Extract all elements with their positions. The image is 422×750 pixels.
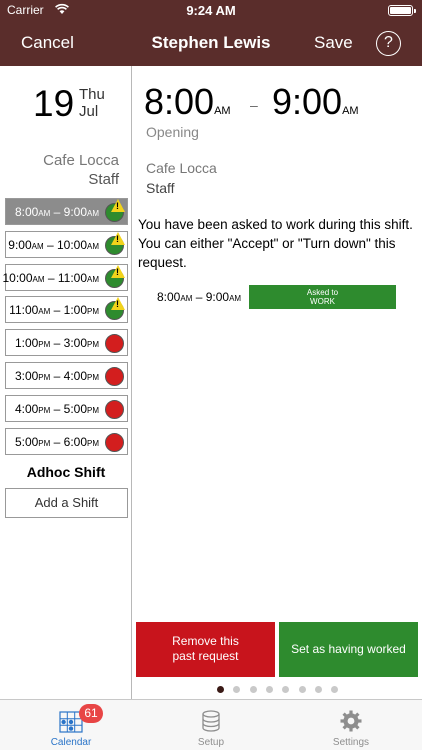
warning-icon: ! (111, 297, 125, 311)
shift-row[interactable]: 3:00PM – 4:00PM (5, 362, 128, 389)
page-dot[interactable] (233, 686, 241, 693)
tab-bar: 61 Calendar Setup Settings (0, 699, 422, 750)
detail-start-time: 8:00AM (144, 81, 231, 122)
add-shift-button[interactable]: Add a Shift (5, 488, 128, 518)
status-declined-icon (105, 399, 124, 419)
warning-icon: ! (111, 264, 125, 278)
adhoc-shift-title: Adhoc Shift (26, 464, 106, 480)
shift-row[interactable]: 4:00PM – 5:00PM (5, 394, 128, 422)
detail-location: Cafe Locca (146, 160, 217, 176)
tab-calendar[interactable]: 61 Calendar (1, 700, 141, 750)
date-weekday: Thu (79, 86, 105, 103)
warning-icon: ! (111, 199, 125, 212)
detail-time-dash: – (250, 97, 258, 113)
page-dot[interactable] (217, 686, 224, 693)
tab-calendar-label: Calendar (50, 737, 92, 748)
status-declined-icon (105, 432, 124, 452)
shift-row[interactable]: 5:00PM – 6:00PM (5, 427, 128, 455)
page-dot[interactable] (331, 686, 339, 693)
database-icon (202, 710, 220, 732)
battery-icon (388, 5, 416, 16)
page-dot[interactable] (314, 686, 322, 693)
date-day: 19 (33, 83, 75, 124)
page-dot[interactable] (282, 686, 290, 693)
shift-row[interactable]: 9:00AM – 10:00AM! (5, 230, 128, 258)
shift-row[interactable]: 10:00AM – 11:00AM! (2, 263, 128, 291)
shift-row[interactable]: 11:00AM – 1:00PM! (5, 296, 128, 324)
shift-time: 10:00AM – 11:00AM (2, 270, 99, 285)
cancel-button[interactable]: Cancel (21, 33, 74, 53)
tab-setup[interactable]: Setup (141, 700, 281, 750)
status-accepted-icon: ! (105, 199, 125, 222)
page-dot[interactable] (249, 686, 257, 693)
shift-time: 9:00AM – 10:00AM (8, 237, 99, 252)
page-dot[interactable] (265, 686, 273, 693)
app: Carrier 9:24 AM Cancel Stephen Lewis Sav… (0, 0, 422, 750)
detail-role: Staff (146, 180, 175, 196)
remove-request-button[interactable]: Remove this past request (136, 622, 275, 677)
status-declined-icon (105, 334, 124, 354)
tab-settings[interactable]: Settings (281, 700, 421, 750)
request-status-badge: Asked to WORK (249, 285, 396, 309)
status-accepted-icon: ! (105, 231, 125, 255)
shift-time: 8:00AM – 9:00AM (14, 205, 99, 219)
location-name: Cafe Locca (43, 152, 119, 169)
shift-time: 11:00AM – 1:00PM (9, 303, 99, 318)
shift-type: Opening (146, 124, 199, 140)
detail-end-time: 9:00AM (272, 81, 359, 122)
warning-icon: ! (111, 231, 125, 245)
save-button[interactable]: Save (314, 33, 353, 53)
status-accepted-icon: ! (105, 297, 125, 321)
shift-time: 3:00PM – 4:00PM (14, 369, 99, 383)
shift-list-panel: 19 Thu Jul Cafe Locca Staff 8:00AM – 9:0… (0, 66, 132, 699)
request-message: You have been asked to work during this … (138, 217, 413, 270)
request-time: 8:00AM – 9:00AM (157, 290, 242, 304)
shift-detail-panel: 8:00AM – 9:00AM Opening Cafe Locca Staff… (133, 66, 422, 699)
shift-time: 4:00PM – 5:00PM (14, 401, 99, 416)
tab-settings-label: Settings (332, 737, 370, 748)
status-accepted-icon: ! (105, 264, 125, 288)
page-dot[interactable] (298, 686, 306, 693)
status-time: 9:24 AM (186, 3, 236, 18)
calendar-badge: 61 (79, 704, 103, 723)
shift-row[interactable]: 1:00PM – 3:00PM (5, 329, 128, 357)
gear-icon (340, 710, 362, 732)
status-declined-icon (105, 367, 124, 386)
date-month: Jul (79, 103, 99, 120)
shift-time: 5:00PM – 6:00PM (14, 434, 99, 449)
shift-time: 1:00PM – 3:00PM (14, 336, 99, 351)
top-bar: Carrier 9:24 AM Cancel Stephen Lewis Sav… (0, 0, 422, 66)
shift-row[interactable]: 8:00AM – 9:00AM! (5, 198, 128, 225)
help-button[interactable]: ? (376, 31, 401, 56)
set-worked-button[interactable]: Set as having worked (279, 622, 418, 677)
location-role: Staff (88, 171, 119, 188)
tab-setup-label: Setup (197, 737, 225, 748)
